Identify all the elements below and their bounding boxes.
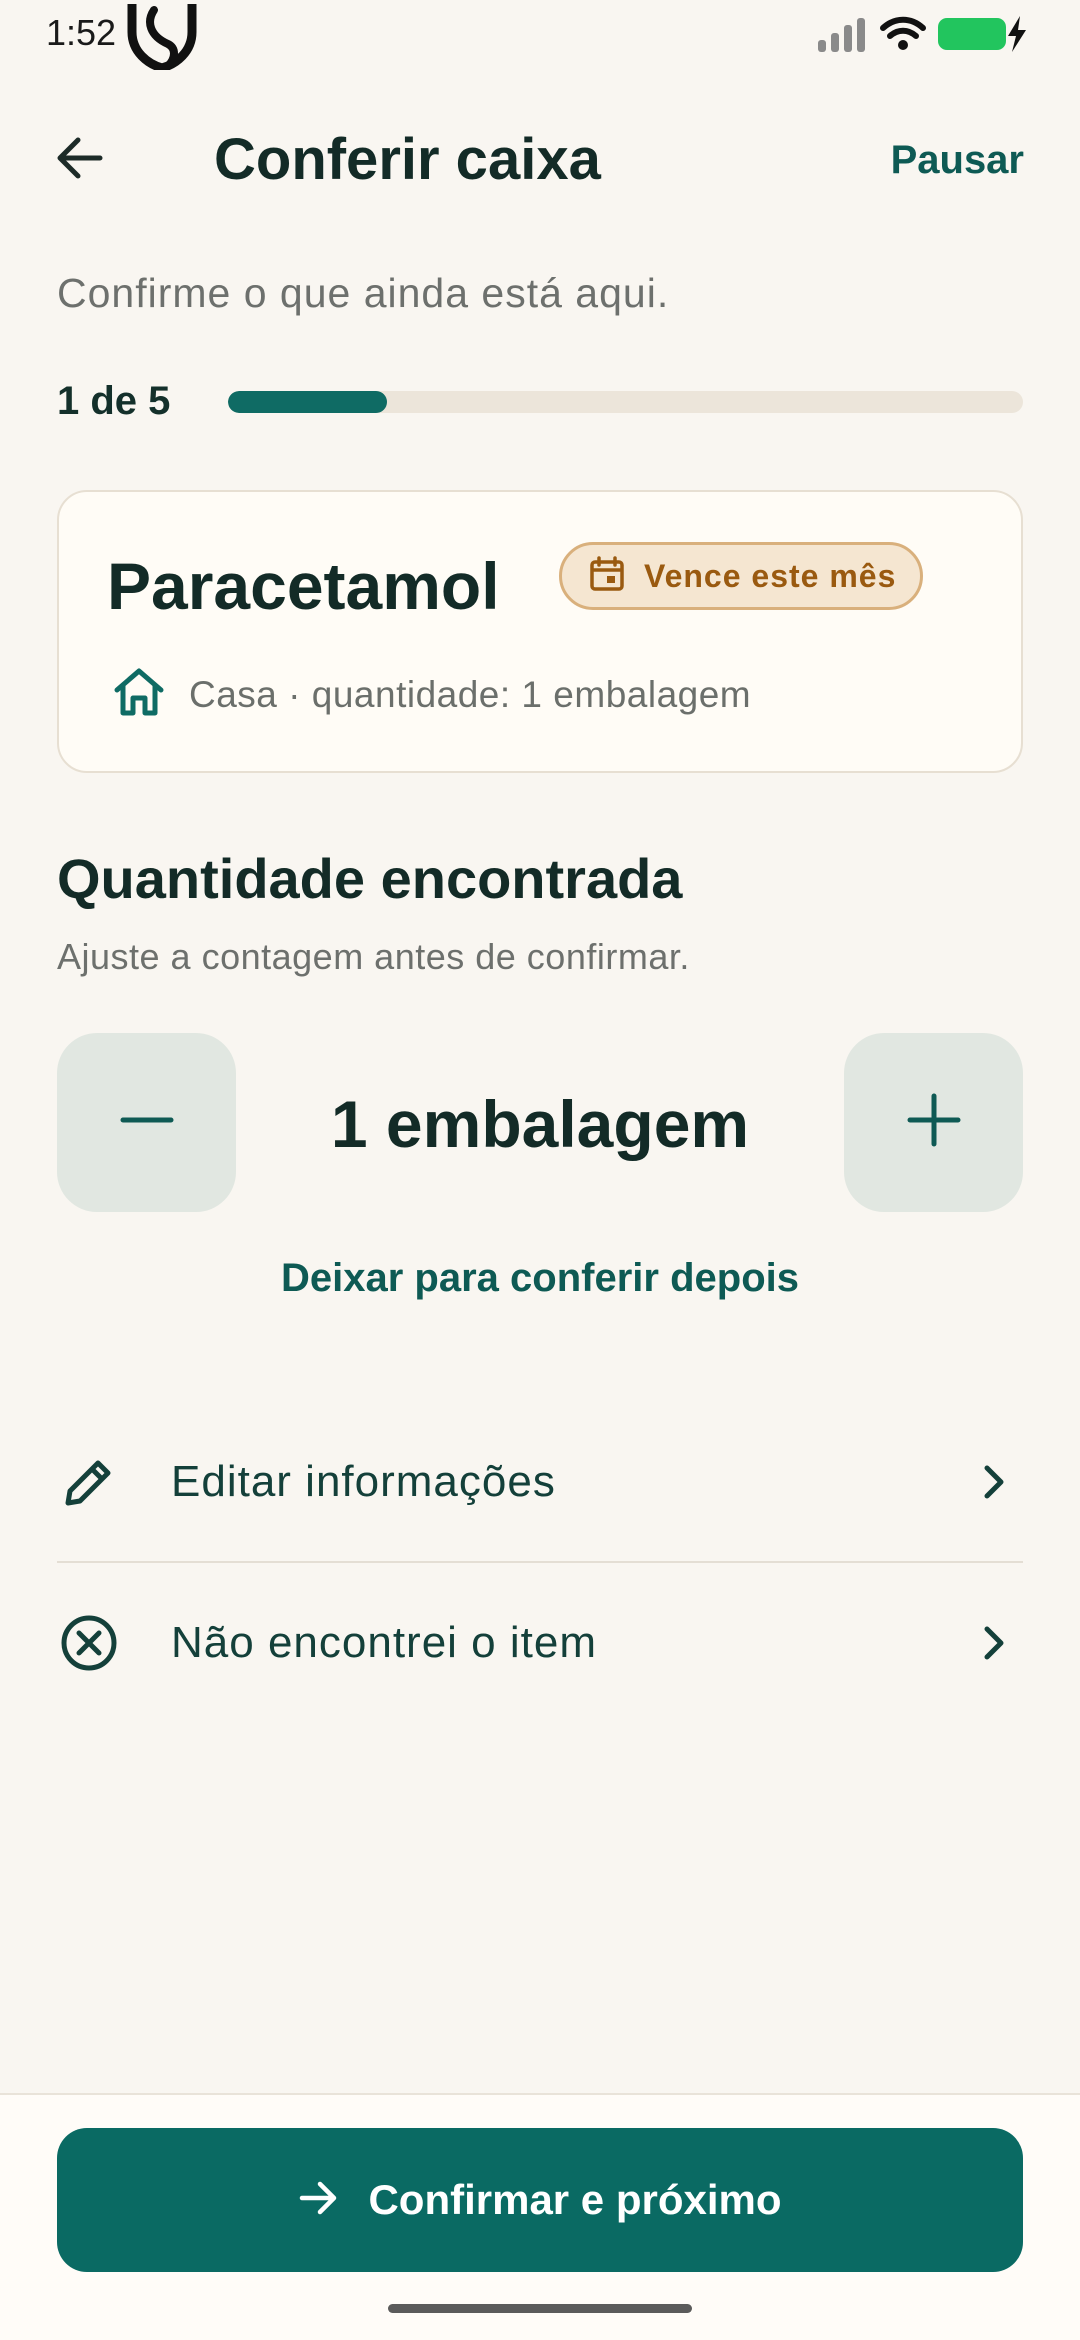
edit-info-label: Editar informações — [171, 1457, 556, 1506]
bottom-bar: Confirmar e próximo — [0, 2093, 1080, 2340]
calendar-icon — [588, 555, 626, 598]
status-icons — [816, 14, 1028, 59]
item-not-found-label: Não encontrei o item — [171, 1618, 597, 1667]
home-icon — [111, 666, 167, 723]
minus-icon — [119, 1092, 175, 1153]
battery-charging-icon — [938, 14, 1028, 59]
quantity-value: 1 embalagem — [330, 1087, 750, 1161]
progress-bar-fill — [228, 391, 387, 413]
edit-info-row[interactable]: Editar informações — [57, 1402, 1023, 1562]
expiry-badge: Vence este mês — [559, 542, 924, 610]
status-time: 1:52 — [46, 12, 117, 53]
increment-button[interactable] — [844, 1033, 1023, 1212]
plus-icon — [906, 1092, 962, 1153]
shield-logo-icon — [124, 0, 200, 75]
quantity-section-title: Quantidade encontrada — [57, 847, 683, 910]
item-meta: Casa · quantidade: 1 embalagem — [111, 666, 751, 723]
arrow-right-icon — [298, 2177, 340, 2224]
quantity-section-hint: Ajuste a contagem antes de confirmar. — [57, 936, 690, 977]
app-bar: Conferir caixa Pausar — [0, 110, 1080, 210]
back-button[interactable] — [48, 128, 112, 192]
check-later-link[interactable]: Deixar para conferir depois — [0, 1252, 1080, 1304]
item-location-quantity: Casa · quantidade: 1 embalagem — [189, 673, 752, 715]
confirm-next-label: Confirmar e próximo — [368, 2176, 782, 2223]
pencil-icon — [57, 1450, 121, 1514]
home-indicator — [388, 2304, 692, 2313]
page-subtitle: Confirme o que ainda está aqui. — [57, 270, 670, 316]
status-bar: 1:52 — [0, 0, 1080, 73]
decrement-button[interactable] — [57, 1033, 236, 1212]
progress-bar — [228, 391, 1023, 413]
circle-x-icon — [57, 1611, 121, 1675]
item-card: Paracetamol Vence este mês Casa · quanti… — [57, 490, 1023, 773]
confirm-next-button[interactable]: Confirmar e próximo — [57, 2128, 1023, 2272]
progress-label: 1 de 5 — [57, 379, 171, 423]
expiry-badge-label: Vence este mês — [644, 557, 897, 594]
chevron-right-icon — [969, 1618, 1019, 1668]
page-title: Conferir caixa — [214, 127, 601, 192]
arrow-left-icon — [54, 132, 106, 189]
item-not-found-row[interactable]: Não encontrei o item — [57, 1563, 1023, 1723]
pause-button[interactable]: Pausar — [891, 134, 1024, 186]
wifi-icon — [880, 16, 926, 57]
signal-icon — [816, 16, 868, 57]
item-name: Paracetamol — [107, 549, 500, 623]
chevron-right-icon — [969, 1457, 1019, 1507]
